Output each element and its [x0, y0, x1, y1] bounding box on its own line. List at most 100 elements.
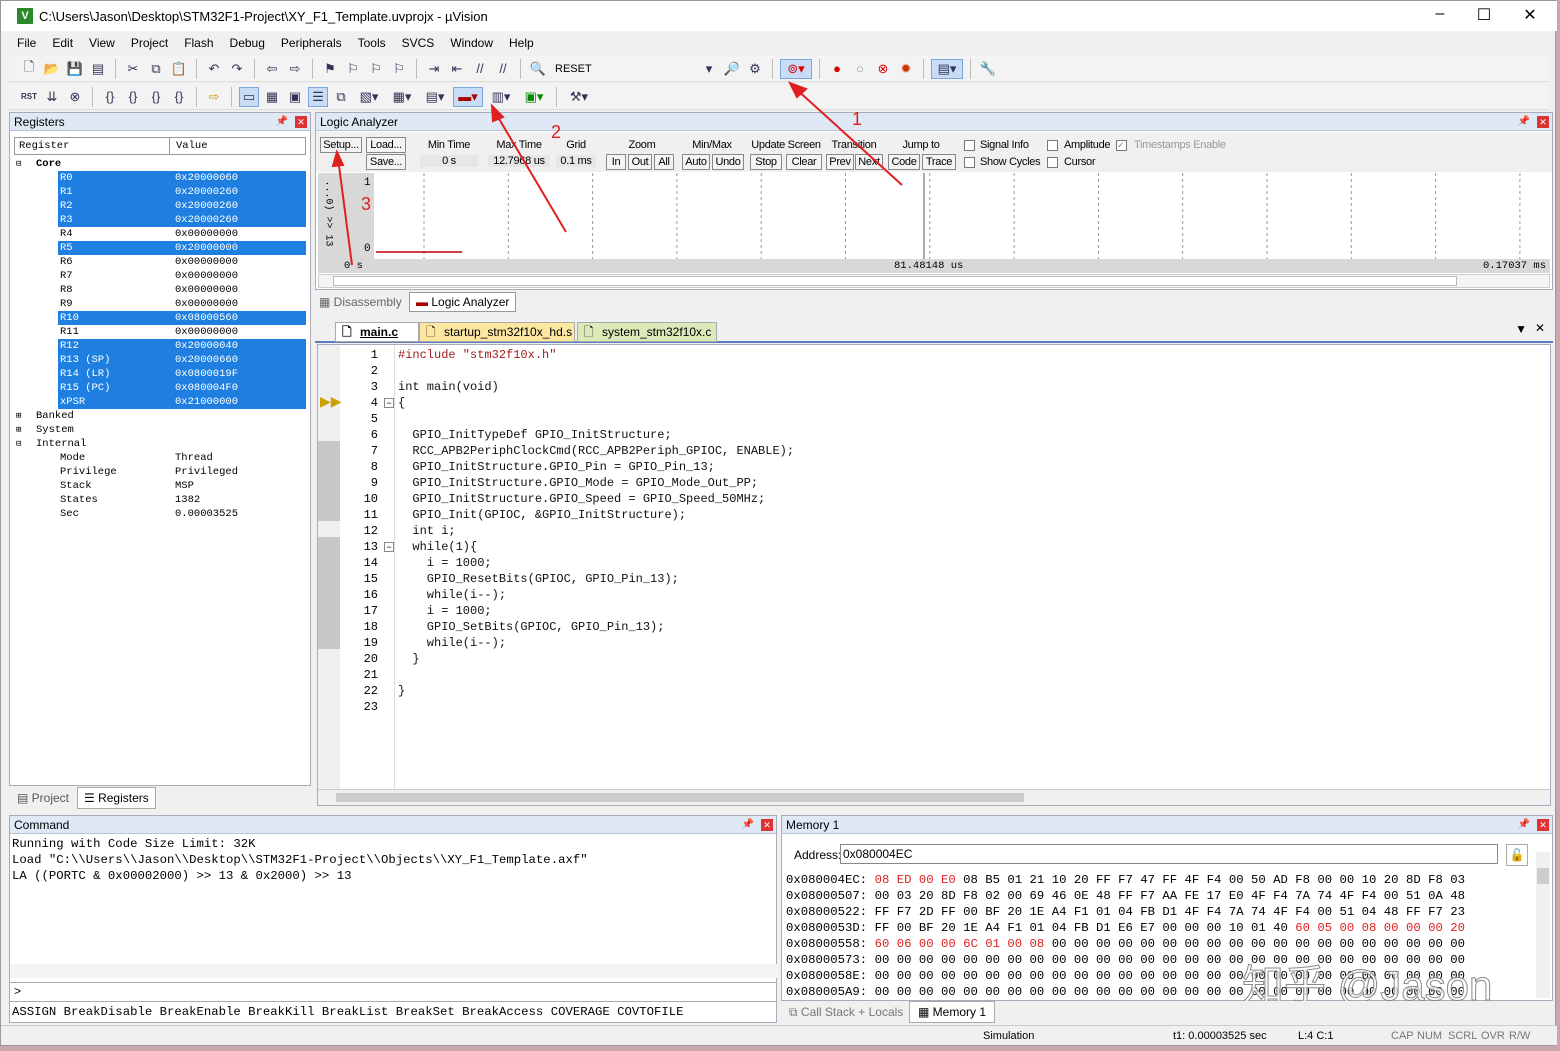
memory-byte[interactable]: FF — [1118, 889, 1140, 903]
memory-byte[interactable]: 7A — [1229, 905, 1251, 919]
register-row[interactable]: R12 0x20000040 — [58, 339, 306, 353]
memory-byte[interactable]: BF — [985, 905, 1007, 919]
memory-byte[interactable]: F4 — [1207, 873, 1229, 887]
show-next-statement-icon[interactable]: ⇨ — [204, 87, 224, 107]
memory-byte[interactable]: 00 — [1384, 921, 1406, 935]
memory-byte[interactable]: F7 — [1140, 889, 1162, 903]
memory-byte[interactable]: 4F — [1273, 905, 1295, 919]
memory-byte[interactable]: 00 — [1074, 985, 1096, 999]
command-scrollbar[interactable] — [10, 964, 778, 978]
memory-byte[interactable]: 51 — [1406, 889, 1428, 903]
memory-byte[interactable]: 08 — [963, 873, 985, 887]
memory-byte[interactable]: 00 — [1052, 985, 1074, 999]
register-value[interactable]: 0x00000000 — [175, 325, 238, 339]
memory-byte[interactable]: 00 — [1162, 985, 1184, 999]
memory-byte[interactable]: 00 — [963, 985, 985, 999]
register-value[interactable]: 0x21000000 — [175, 395, 238, 409]
code-line[interactable]: RCC_APB2PeriphClockCmd(RCC_APB2Periph_GP… — [398, 443, 794, 459]
memory-byte[interactable]: 00 — [1428, 921, 1450, 935]
memory-byte[interactable]: 10 — [1362, 873, 1384, 887]
incremental-find-icon[interactable]: ⚙ — [745, 59, 765, 79]
menu-edit[interactable]: Edit — [44, 34, 81, 52]
close-icon[interactable]: ✕ — [1537, 819, 1549, 831]
memory-byte[interactable]: FF — [875, 905, 897, 919]
cut-icon[interactable]: ✂ — [123, 59, 143, 79]
memory-byte[interactable]: 17 — [1207, 889, 1229, 903]
memory-scrollbar[interactable] — [1536, 852, 1550, 998]
debug-session-button[interactable]: ⊚▾ — [780, 58, 812, 79]
disassembly-window-icon[interactable]: ▦ — [262, 87, 282, 107]
memory-byte[interactable]: 00 — [1295, 937, 1317, 951]
setup-button[interactable]: Setup... — [320, 137, 362, 153]
register-value[interactable]: 0x080004F0 — [175, 381, 238, 395]
memory-byte[interactable]: FF — [1096, 873, 1118, 887]
memory-row[interactable]: 0x08000507: 00 03 20 8D F8 02 00 69 46 0… — [786, 888, 1465, 904]
forward-icon[interactable]: ⇨ — [285, 59, 305, 79]
pin-icon[interactable]: 📌 — [1518, 816, 1530, 834]
load-button[interactable]: Load... — [366, 137, 406, 153]
memory-byte[interactable]: 46 — [1052, 889, 1074, 903]
tab-startup-s[interactable]: 🗋 startup_stm32f10x_hd.s — [419, 322, 575, 342]
window-layout-button[interactable]: ▤▾ — [931, 58, 963, 79]
memory-byte[interactable]: 00 — [1362, 937, 1384, 951]
internal-row[interactable]: States 1382 — [58, 493, 306, 507]
memory-byte[interactable]: A4 — [1052, 905, 1074, 919]
code-editor[interactable]: ▶▶ 1 #include "stm32f10x.h" 2 3 int main(voi… — [317, 344, 1551, 806]
memory-byte[interactable]: 00 — [1118, 985, 1140, 999]
memory-byte[interactable]: F4 — [1362, 889, 1384, 903]
menu-peripherals[interactable]: Peripherals — [273, 34, 350, 52]
menu-svcs[interactable]: SVCS — [394, 34, 443, 52]
register-value[interactable]: 0x00000000 — [175, 283, 238, 297]
memory-byte[interactable]: 8D — [1406, 873, 1428, 887]
memory-byte[interactable]: FF — [1406, 905, 1428, 919]
memory-byte[interactable]: 00 — [1384, 937, 1406, 951]
memory-byte[interactable]: 00 — [1207, 937, 1229, 951]
memory-row[interactable]: 0x08000558: 60 06 00 00 6C 01 00 08 00 0… — [786, 936, 1465, 952]
kill-breakpoints-icon[interactable]: ✹ — [896, 59, 916, 79]
breakpoint-icon[interactable]: ● — [827, 59, 847, 79]
menu-file[interactable]: File — [9, 34, 44, 52]
memory-byte[interactable]: 00 — [1162, 969, 1184, 983]
memory-byte[interactable]: 00 — [1185, 969, 1207, 983]
stop-button[interactable]: Stop — [750, 154, 782, 170]
internal-row[interactable]: Privilege Privileged — [58, 465, 306, 479]
memory-byte[interactable]: 4F — [1251, 889, 1273, 903]
register-row[interactable]: R11 0x00000000 — [58, 325, 306, 339]
memory-byte[interactable]: 20 — [1450, 921, 1465, 935]
memory-row[interactable]: 0x0800053D: FF 00 BF 20 1E A4 F1 01 04 F… — [786, 920, 1465, 936]
register-row[interactable]: R15 (PC) 0x080004F0 — [58, 381, 306, 395]
register-group-core[interactable]: ⊟ Core — [14, 157, 306, 171]
internal-row[interactable]: Sec 0.00003525 — [58, 507, 306, 521]
code-line[interactable]: { — [398, 395, 405, 411]
jump-code-button[interactable]: Code — [888, 154, 920, 170]
memory-byte[interactable]: 00 — [1074, 969, 1096, 983]
memory-byte[interactable]: F1 — [1007, 921, 1029, 935]
show-cycles-checkbox[interactable] — [964, 157, 975, 168]
comment-icon[interactable]: // — [470, 59, 490, 79]
code-line[interactable]: GPIO_InitStructure.GPIO_Speed = GPIO_Spe… — [398, 491, 765, 507]
code-line[interactable]: GPIO_ResetBits(GPIOC, GPIO_Pin_13); — [398, 571, 679, 587]
memory-byte[interactable]: 00 — [1074, 953, 1096, 967]
memory-byte[interactable]: 00 — [1185, 985, 1207, 999]
memory-byte[interactable]: 00 — [985, 985, 1007, 999]
memory-byte[interactable]: 10 — [1052, 873, 1074, 887]
memory-byte[interactable]: 00 — [875, 985, 897, 999]
register-row[interactable]: R2 0x20000260 — [58, 199, 306, 213]
zoom-out-button[interactable]: Out — [628, 154, 652, 170]
memory-byte[interactable]: 00 — [1007, 985, 1029, 999]
memory-byte[interactable]: 01 — [1007, 873, 1029, 887]
memory-byte[interactable]: 00 — [875, 969, 897, 983]
memory-byte[interactable]: 00 — [1007, 953, 1029, 967]
disable-all-breakpoints-icon[interactable]: ⊗ — [873, 59, 893, 79]
memory-byte[interactable]: 50 — [1251, 873, 1273, 887]
tab-project[interactable]: ▤ Project — [13, 789, 73, 807]
memory-byte[interactable]: 60 — [875, 937, 897, 951]
register-row[interactable]: R6 0x00000000 — [58, 255, 306, 269]
cursor-checkbox[interactable] — [1047, 157, 1058, 168]
memory-byte[interactable]: 48 — [1450, 889, 1465, 903]
register-row[interactable]: R5 0x20000000 — [58, 241, 306, 255]
pin-icon[interactable]: 📌 — [742, 816, 754, 834]
next-bookmark-icon[interactable]: ⚐ — [366, 59, 386, 79]
memory-byte[interactable]: 01 — [1096, 905, 1118, 919]
save-button[interactable]: Save... — [366, 154, 406, 170]
